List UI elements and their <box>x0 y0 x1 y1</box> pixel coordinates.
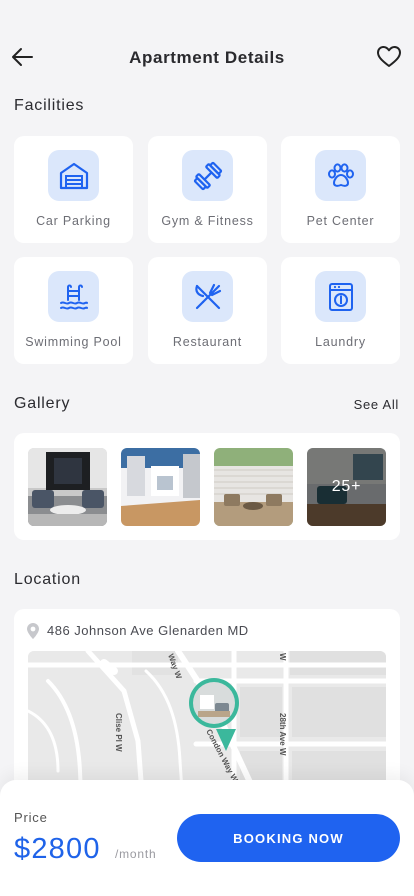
facility-icon-bg <box>315 150 366 201</box>
more-photos-count: 25+ <box>307 448 386 526</box>
location-pin-icon <box>27 623 39 639</box>
facility-laundry[interactable]: Laundry <box>281 257 400 364</box>
gallery-photo-living-room[interactable] <box>28 448 107 526</box>
paw-icon <box>327 162 354 187</box>
price-label: Price <box>14 810 48 825</box>
facility-icon-bg <box>182 271 233 322</box>
gallery-photo-hallway[interactable] <box>121 448 200 526</box>
street-label: W <box>278 653 287 661</box>
booking-now-button[interactable]: BOOKING NOW <box>177 814 400 862</box>
facility-label: Pet Center <box>306 214 375 228</box>
street-label: 28th Ave W <box>278 713 287 756</box>
pool-icon <box>59 284 88 310</box>
washing-machine-icon <box>328 282 353 311</box>
gallery-title: Gallery <box>14 395 71 412</box>
gallery-photo-more[interactable]: 25+ <box>307 448 386 526</box>
booking-bar: Price $2800 /month BOOKING NOW <box>0 780 414 896</box>
facilities-title: Facilities <box>14 97 85 114</box>
location-title: Location <box>14 571 81 588</box>
favorite-button[interactable] <box>376 45 402 69</box>
street-label: Clise Pl W <box>114 713 123 752</box>
header: Apartment Details <box>0 36 414 80</box>
address-text: 486 Johnson Ave Glenarden MD <box>47 623 249 638</box>
facility-label: Restaurant <box>172 335 243 349</box>
fork-knife-icon <box>194 283 221 309</box>
location-card: 486 Johnson Ave Glenarden MD Way W Clise… <box>14 609 400 809</box>
facility-icon-bg <box>48 271 99 322</box>
dumbbell-icon <box>193 161 222 190</box>
facility-pet-center[interactable]: Pet Center <box>281 136 400 243</box>
facility-icon-bg <box>48 150 99 201</box>
facility-restaurant[interactable]: Restaurant <box>148 257 267 364</box>
heart-outline-icon <box>377 46 401 67</box>
gallery-photo-patio[interactable] <box>214 448 293 526</box>
gallery-strip: 25+ <box>14 433 400 540</box>
garage-icon <box>59 162 88 189</box>
facility-gym[interactable]: Gym & Fitness <box>148 136 267 243</box>
facility-icon-bg <box>182 150 233 201</box>
see-all-link[interactable]: See All <box>354 397 399 412</box>
facility-label: Swimming Pool <box>25 335 122 349</box>
facility-label: Car Parking <box>36 214 111 228</box>
price-value: $2800 <box>14 833 101 865</box>
facility-icon-bg <box>315 271 366 322</box>
price-unit: /month <box>115 847 157 861</box>
facility-label: Laundry <box>315 335 366 349</box>
facility-swimming-pool[interactable]: Swimming Pool <box>14 257 133 364</box>
facility-label: Gym & Fitness <box>161 214 254 228</box>
page-title: Apartment Details <box>129 48 285 67</box>
facility-car-parking[interactable]: Car Parking <box>14 136 133 243</box>
